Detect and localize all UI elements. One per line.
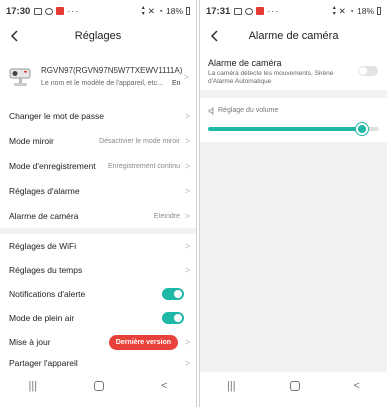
back-arrow-icon[interactable] — [8, 28, 22, 44]
wifi-signal-icon: ◔ — [348, 6, 354, 16]
alert-notifications-toggle[interactable] — [162, 288, 184, 300]
row-value: Enregistrement continu — [108, 162, 180, 170]
more-notifications-icon: ··· — [67, 6, 80, 16]
camera-alarm-screen: 17:31 ··· ▴ ▾ ✕ ◔ 18% Alarme de caméra Al… — [199, 0, 387, 407]
wifi-signal-icon: ◔ — [157, 6, 163, 16]
more-notifications-icon: ··· — [267, 6, 280, 16]
chevron-right-icon: > — [184, 265, 190, 275]
share-device-row[interactable]: Partager l'appareil > — [0, 354, 196, 372]
recent-apps-icon[interactable]: ||| — [28, 380, 37, 392]
row-label: Changer le mot de passe — [9, 111, 104, 121]
status-time: 17:31 — [206, 5, 231, 17]
gallery-notification-icon — [234, 7, 243, 15]
row-label: Mode de plein air — [9, 313, 75, 323]
home-icon[interactable] — [289, 381, 300, 391]
top-navigation: Réglages — [0, 22, 196, 50]
system-nav-bar: ||| < — [0, 372, 196, 400]
chevron-right-icon: > — [184, 241, 190, 251]
outdoor-mode-row: Mode de plein air — [0, 306, 196, 330]
change-password-row[interactable]: Changer le mot de passe > — [0, 104, 196, 128]
back-icon[interactable]: < — [161, 380, 167, 392]
device-name: RGVN97(RGVN97N5W7TXEWV1111A) — [41, 66, 183, 75]
recording-mode-row[interactable]: Mode d'enregistrement Enregistrement con… — [0, 154, 196, 178]
camera-alarm-card: Alarme de caméra La caméra détecte les m… — [200, 50, 387, 90]
row-label: Mode d'enregistrement — [9, 161, 96, 171]
gallery-notification-icon — [34, 7, 43, 15]
system-nav-bar: ||| < — [200, 372, 387, 400]
row-label: Réglages du temps — [9, 265, 83, 275]
camera-device-icon — [9, 68, 31, 86]
slider-fill — [208, 127, 362, 131]
row-label: Partager l'appareil — [9, 358, 78, 368]
chevron-right-icon: > — [184, 358, 190, 368]
row-label: Réglages de WiFi — [9, 241, 77, 251]
speaker-icon — [208, 107, 214, 115]
back-icon[interactable]: < — [354, 380, 360, 392]
network-speed-icon: ▴ ▾ — [332, 5, 336, 17]
update-row[interactable]: Mise à jour Dernière version > — [0, 330, 196, 354]
app-notification-icon — [56, 7, 65, 15]
device-more-label: En — [172, 80, 181, 87]
bottom-strip — [0, 400, 196, 407]
time-settings-row[interactable]: Réglages du temps > — [0, 258, 196, 282]
mute-icon: ✕ — [338, 5, 346, 16]
battery-icon — [377, 7, 381, 15]
chevron-right-icon: > — [184, 136, 190, 146]
chevron-right-icon: > — [184, 211, 190, 221]
battery-text: 18% — [356, 6, 374, 16]
home-icon[interactable] — [94, 381, 105, 391]
settings-screen: 17:30 ··· ▴ ▾ ✕ ◔ 18% Réglages RGVN97(RGV… — [0, 0, 197, 407]
page-title: Réglages — [74, 30, 122, 42]
chevron-right-icon: > — [183, 72, 189, 82]
chat-notification-icon — [245, 7, 254, 15]
battery-text: 18% — [165, 6, 183, 16]
status-bar: 17:31 ··· ▴ ▾ ✕ ◔ 18% — [200, 0, 387, 22]
alert-notifications-row: Notifications d'alerte — [0, 282, 196, 306]
row-value: Eteindre — [153, 212, 180, 220]
row-value: Désactivier le mode miroir — [99, 137, 180, 145]
row-label: Mise à jour — [9, 337, 51, 347]
network-speed-icon: ▴ ▾ — [141, 5, 145, 17]
slider-thumb[interactable] — [356, 123, 368, 135]
row-label: Alarme de caméra — [9, 211, 79, 221]
volume-card: Réglage du volume — [200, 98, 387, 142]
chat-notification-icon — [45, 7, 54, 15]
recent-apps-icon[interactable]: ||| — [227, 380, 236, 392]
bottom-strip — [200, 400, 387, 407]
status-time: 17:30 — [6, 5, 31, 17]
volume-label: Réglage du volume — [218, 107, 279, 114]
settings-group-1: Changer le mot de passe > Mode miroir Dé… — [0, 104, 196, 228]
page-title: Alarme de caméra — [248, 30, 339, 42]
device-info-card[interactable]: RGVN97(RGVN97N5W7TXEWV1111A) Le nom et l… — [0, 50, 196, 106]
camera-alarm-title: Alarme de caméra — [208, 58, 282, 68]
settings-group-2: Réglages de WiFi > Réglages du temps > N… — [0, 234, 196, 372]
camera-alarm-toggle[interactable] — [358, 66, 378, 76]
app-notification-icon — [256, 7, 265, 15]
battery-icon — [186, 7, 190, 15]
wifi-settings-row[interactable]: Réglages de WiFi > — [0, 234, 196, 258]
row-label: Mode miroir — [9, 136, 54, 146]
outdoor-mode-toggle[interactable] — [162, 312, 184, 324]
chevron-right-icon: > — [184, 337, 190, 347]
top-navigation: Alarme de caméra — [200, 22, 387, 50]
volume-slider[interactable] — [208, 123, 379, 135]
mirror-mode-row[interactable]: Mode miroir Désactivier le mode miroir > — [0, 129, 196, 153]
camera-alarm-description: La caméra détecte les mouvements, Sirène… — [208, 70, 334, 85]
back-arrow-icon[interactable] — [208, 28, 222, 44]
alarm-settings-row[interactable]: Réglages d'alarme > — [0, 179, 196, 203]
chevron-right-icon: > — [184, 161, 190, 171]
status-bar: 17:30 ··· ▴ ▾ ✕ ◔ 18% — [0, 0, 196, 22]
row-label: Réglages d'alarme — [9, 186, 80, 196]
camera-alarm-row[interactable]: Alarme de caméra Eteindre > — [0, 204, 196, 228]
chevron-right-icon: > — [184, 186, 190, 196]
device-description: Le nom et le modèle de l'appareil, etc..… — [41, 80, 163, 87]
chevron-right-icon: > — [184, 111, 190, 121]
row-label: Notifications d'alerte — [9, 289, 86, 299]
latest-version-badge: Dernière version — [108, 334, 178, 350]
mute-icon: ✕ — [147, 5, 155, 16]
